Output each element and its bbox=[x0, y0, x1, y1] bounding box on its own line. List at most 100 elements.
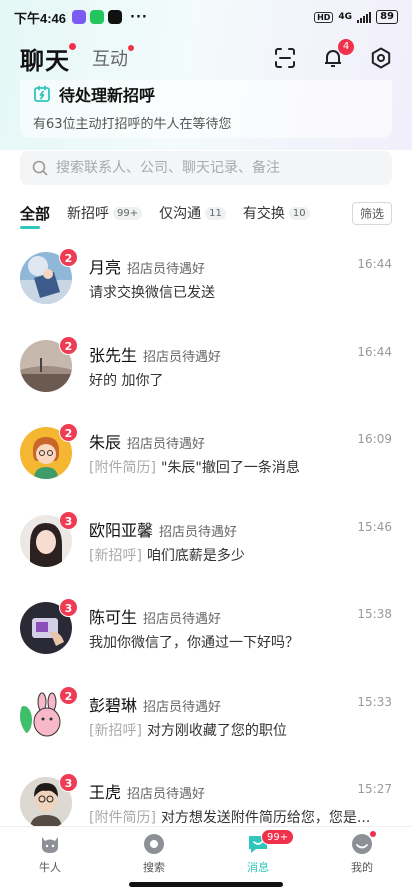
job-tag: 招店员待遇好 bbox=[127, 437, 206, 452]
interact-unread-dot bbox=[128, 45, 134, 51]
more-notifications-icon: ··· bbox=[130, 9, 148, 25]
last-message: [新招呼] 对方刚收藏了您的职位 bbox=[89, 720, 389, 740]
conversation-item[interactable]: 2 月亮 招店员待遇好 16:44 请求交换微信已发送 bbox=[0, 232, 412, 320]
message-time: 16:44 bbox=[357, 344, 392, 359]
nav-search[interactable]: 搜索 bbox=[124, 833, 184, 875]
last-message: [附件简历] "朱辰"撤回了一条消息 bbox=[89, 457, 389, 477]
interact-label: 互动 bbox=[92, 49, 128, 70]
settings-icon[interactable] bbox=[370, 47, 392, 69]
unread-badge: 2 bbox=[59, 335, 78, 355]
last-message: [新招呼] 咱们底薪是多少 bbox=[89, 545, 389, 565]
scan-icon[interactable] bbox=[274, 47, 296, 69]
nav-label: 消息 bbox=[247, 861, 269, 874]
conversation-item[interactable]: 3 陈可生 招店员待遇好 15:38 我加你微信了，你通过一下好吗？ bbox=[0, 582, 412, 670]
profile-unread-dot bbox=[370, 831, 376, 837]
nav-label: 搜索 bbox=[143, 861, 165, 874]
last-message-text: "朱辰"撤回了一条消息 bbox=[160, 460, 300, 476]
contact-name: 张先生 bbox=[89, 345, 138, 365]
filter-label: 仅沟通 bbox=[159, 206, 202, 222]
job-tag: 招店员待遇好 bbox=[143, 612, 222, 627]
chat-title: 聊天 bbox=[20, 46, 70, 75]
notification-badge: 4 bbox=[338, 39, 354, 55]
filter-count: 99+ bbox=[113, 206, 143, 220]
talent-icon bbox=[39, 833, 61, 855]
unread-badge: 3 bbox=[59, 510, 78, 530]
message-nav-icon: 99+ bbox=[247, 829, 295, 855]
search-icon bbox=[32, 160, 48, 176]
message-time: 15:33 bbox=[357, 694, 392, 709]
unread-badge: 2 bbox=[59, 685, 78, 705]
top-header: 聊天 互动 4 bbox=[0, 38, 412, 78]
conversation-item[interactable]: 2 彭碧琳 招店员待遇好 15:33 [新招呼] 对方刚收藏了您的职位 bbox=[0, 670, 412, 758]
message-time: 16:09 bbox=[357, 432, 392, 446]
unread-badge: 3 bbox=[59, 773, 78, 792]
job-tag: 招店员待遇好 bbox=[143, 699, 222, 715]
message-time: 15:46 bbox=[357, 519, 392, 534]
pending-greetings-card[interactable]: 待处理新招呼 有63位主动打招呼的牛人在等待您 bbox=[20, 80, 392, 138]
last-message-text: 咱们底薪是多少 bbox=[146, 547, 245, 564]
nav-profile[interactable]: 我的 bbox=[332, 831, 392, 875]
last-message: 好的 加你了 bbox=[89, 370, 389, 390]
message-prefix: [新招呼] bbox=[89, 722, 142, 739]
unread-badge: 2 bbox=[59, 423, 78, 442]
search-input[interactable] bbox=[56, 160, 376, 176]
last-message-text: 请求交换微信已发送 bbox=[89, 285, 215, 301]
message-time: 16:44 bbox=[357, 257, 392, 271]
status-bar: 下午4:46 ··· HD 4G 89 bbox=[0, 0, 412, 34]
unread-badge: 3 bbox=[59, 598, 78, 617]
filter-tab-chat-only[interactable]: 仅沟通 11 bbox=[159, 203, 226, 223]
filter-label: 全部 bbox=[20, 204, 51, 223]
last-message-text: 好的 加你了 bbox=[89, 372, 164, 389]
job-tag: 招店员待遇好 bbox=[143, 349, 222, 365]
contact-name: 欧阳亚馨 bbox=[89, 520, 154, 540]
bell-icon[interactable]: 4 bbox=[322, 39, 354, 69]
pending-subtitle: 有63位主动打招呼的牛人在等待您 bbox=[33, 117, 232, 132]
contact-name: 彭碧琳 bbox=[89, 695, 138, 715]
status-time: 下午4:46 bbox=[14, 10, 67, 26]
hd-icon: HD bbox=[314, 11, 334, 23]
last-message-text: 我加你微信了，你通过一下好吗？ bbox=[89, 635, 299, 651]
filter-tab-new-greetings[interactable]: 新招呼 99+ bbox=[67, 203, 143, 223]
message-prefix: [附件简历] bbox=[89, 460, 156, 476]
tiktok-notification-icon bbox=[108, 10, 123, 24]
conversation-list: 2 月亮 招店员待遇好 16:44 请求交换微信已发送 2 张先生 招店员待遇好 1… bbox=[0, 232, 412, 826]
conversation-item[interactable]: 3 王虎 招店员待遇好 15:27 [附件简历] 对方想发送附件简历给您，您是... bbox=[0, 757, 412, 826]
nav-talents[interactable]: 牛人 bbox=[20, 833, 80, 875]
chat-unread-dot bbox=[69, 42, 76, 50]
tab-interact[interactable]: 互动 bbox=[92, 45, 134, 71]
conversation-item[interactable]: 2 张先生 招店员待遇好 16:44 好的 加你了 bbox=[0, 320, 412, 408]
nav-label: 牛人 bbox=[39, 861, 61, 874]
messages-badge: 99+ bbox=[261, 829, 295, 845]
last-message: 我加你微信了，你通过一下好吗？ bbox=[89, 632, 389, 652]
message-time: 15:38 bbox=[357, 607, 392, 621]
profile-icon bbox=[351, 831, 376, 855]
contact-name: 王虎 bbox=[89, 783, 122, 802]
last-message-text: 对方刚收藏了您的职位 bbox=[146, 722, 287, 739]
filter-tab-all[interactable]: 全部 bbox=[20, 203, 51, 229]
pending-icon bbox=[34, 85, 50, 102]
filter-label: 新招呼 bbox=[67, 206, 110, 222]
filter-count: 10 bbox=[288, 206, 310, 220]
filter-tabs: 全部 新招呼 99+ 仅沟通 11 有交换 10 筛选 bbox=[20, 200, 392, 229]
last-message-text: 对方想发送附件简历给您，您是... bbox=[160, 810, 371, 826]
filter-button[interactable]: 筛选 bbox=[351, 201, 392, 225]
filter-tab-exchanged[interactable]: 有交换 10 bbox=[243, 203, 310, 223]
pending-title: 待处理新招呼 bbox=[59, 86, 156, 105]
nav-label: 我的 bbox=[351, 861, 373, 874]
job-tag: 招店员待遇好 bbox=[127, 787, 206, 802]
unread-badge: 2 bbox=[59, 248, 78, 267]
filter-count: 11 bbox=[205, 206, 226, 220]
signal-icon bbox=[357, 11, 372, 23]
home-indicator[interactable] bbox=[129, 882, 283, 887]
tab-chat[interactable]: 聊天 bbox=[20, 41, 76, 76]
app-notification-icon bbox=[72, 10, 87, 24]
nav-messages[interactable]: 99+ 消息 bbox=[228, 829, 295, 875]
search-bar[interactable] bbox=[20, 151, 392, 185]
last-message: 请求交换微信已发送 bbox=[89, 282, 389, 302]
message-prefix: [附件简历] bbox=[89, 810, 156, 826]
network-type: 4G bbox=[338, 12, 353, 22]
conversation-item[interactable]: 2 朱辰 招店员待遇好 16:09 [附件简历] "朱辰"撤回了一条消息 bbox=[0, 407, 412, 495]
filter-label: 有交换 bbox=[242, 206, 285, 222]
message-time: 15:27 bbox=[357, 782, 392, 796]
conversation-item[interactable]: 3 欧阳亚馨 招店员待遇好 15:46 [新招呼] 咱们底薪是多少 bbox=[0, 495, 412, 583]
